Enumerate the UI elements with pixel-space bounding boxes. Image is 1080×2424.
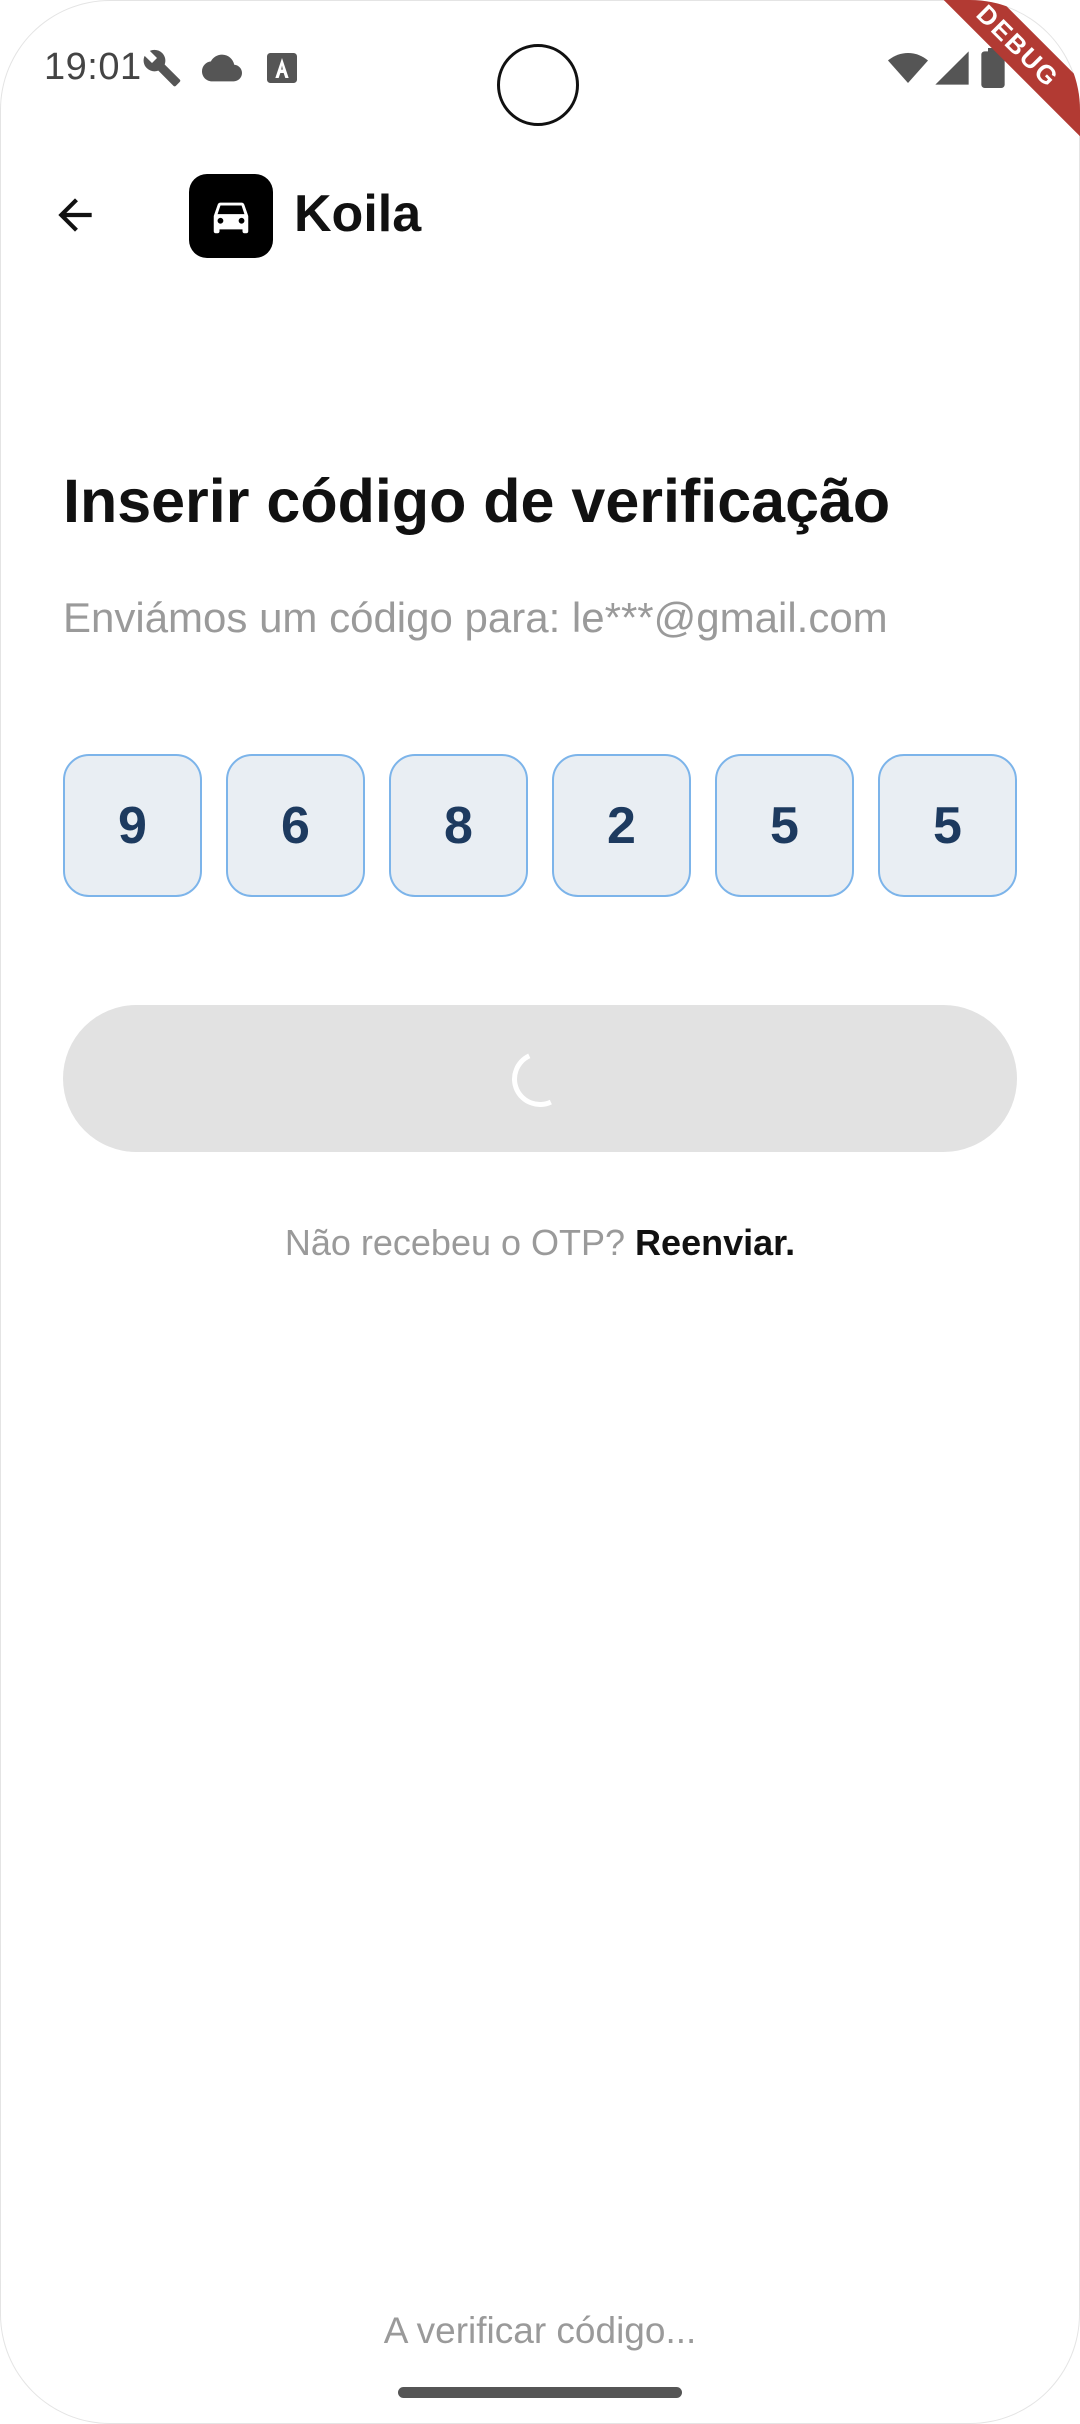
signal-icon — [932, 48, 972, 88]
otp-digit-1[interactable]: 9 — [63, 754, 202, 897]
otp-digit-6[interactable]: 5 — [878, 754, 1017, 897]
app-logo — [189, 174, 273, 258]
otp-digit-5[interactable]: 5 — [715, 754, 854, 897]
wifi-icon — [888, 48, 928, 88]
car-icon — [213, 202, 249, 234]
back-button[interactable] — [40, 180, 110, 250]
arrow-left-icon — [58, 198, 92, 232]
subtitle: Enviámos um código para: le***@gmail.com — [63, 594, 888, 641]
resend-link[interactable]: Reenviar. — [635, 1222, 795, 1263]
verification-status: A verificar código... — [383, 2310, 697, 2351]
verify-button[interactable] — [63, 1005, 1017, 1152]
loading-spinner-icon — [504, 1042, 576, 1115]
camera-cutout — [497, 44, 579, 126]
home-indicator[interactable] — [398, 2387, 682, 2398]
otp-input-row: 9 6 8 2 5 5 — [63, 754, 1017, 899]
wrench-icon — [142, 48, 182, 88]
otp-digit-3[interactable]: 8 — [389, 754, 528, 897]
page-title: Inserir código de verificação — [63, 467, 891, 535]
font-a-icon — [262, 48, 302, 88]
resend-line: Não recebeu o OTP? Reenviar. — [0, 1222, 1080, 1264]
phone-screen: 19:01 DEBUG Koila Inserir código de veri… — [0, 0, 1080, 2424]
cloud-icon — [202, 48, 242, 88]
resend-prompt: Não recebeu o OTP? — [284, 1222, 636, 1263]
otp-digit-4[interactable]: 2 — [552, 754, 691, 897]
status-time: 19:01 — [44, 46, 142, 88]
app-name: Koila — [294, 185, 422, 243]
otp-digit-2[interactable]: 6 — [226, 754, 365, 897]
